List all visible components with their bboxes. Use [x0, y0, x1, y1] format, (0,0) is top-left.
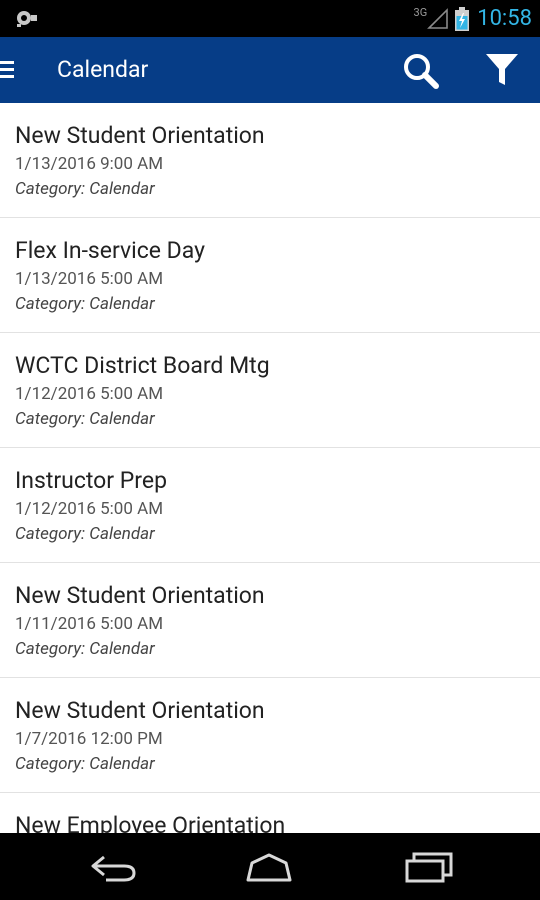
event-category: Category: Calendar — [15, 754, 155, 774]
back-icon[interactable] — [88, 851, 138, 883]
event-category: Category: Calendar — [15, 409, 155, 429]
signal-icon — [427, 7, 449, 29]
event-category: Category: Calendar — [15, 294, 155, 314]
home-icon[interactable] — [244, 851, 294, 883]
event-title: New Student Orientation — [15, 122, 265, 149]
event-title: WCTC District Board Mtg — [15, 352, 270, 379]
notification-icon — [17, 11, 37, 27]
filter-icon[interactable] — [484, 51, 520, 89]
navigation-bar — [0, 833, 540, 900]
list-item[interactable]: New Student Orientation 1/13/2016 9:00 A… — [0, 103, 540, 218]
list-item[interactable]: WCTC District Board Mtg 1/12/2016 5:00 A… — [0, 333, 540, 448]
battery-charging-icon — [455, 6, 470, 31]
event-category: Category: Calendar — [15, 524, 155, 544]
page-title: Calendar — [57, 56, 149, 83]
search-icon[interactable] — [402, 52, 440, 90]
list-item[interactable]: New Student Orientation 1/11/2016 5:00 A… — [0, 563, 540, 678]
event-title: Instructor Prep — [15, 467, 167, 494]
event-date: 1/12/2016 5:00 AM — [15, 384, 164, 404]
status-right-group: 3G 10:58 — [414, 0, 532, 37]
event-title: New Student Orientation — [15, 582, 265, 609]
event-category: Category: Calendar — [15, 639, 155, 659]
list-item[interactable]: New Student Orientation 1/7/2016 12:00 P… — [0, 678, 540, 793]
event-category: Category: Calendar — [15, 179, 155, 199]
recent-apps-icon[interactable] — [404, 851, 454, 883]
event-title: Flex In-service Day — [15, 237, 205, 264]
event-date: 1/11/2016 5:00 AM — [15, 614, 164, 634]
hamburger-menu-icon[interactable] — [0, 59, 16, 81]
app-bar: Calendar — [0, 37, 540, 103]
event-date: 1/7/2016 12:00 PM — [15, 729, 163, 749]
event-list: New Student Orientation 1/13/2016 9:00 A… — [0, 103, 540, 833]
status-bar: 3G 10:58 — [0, 0, 540, 37]
status-clock: 10:58 — [477, 6, 532, 31]
event-date: 1/13/2016 5:00 AM — [15, 269, 164, 289]
event-date: 1/13/2016 9:00 AM — [15, 154, 164, 174]
network-type-label: 3G — [413, 6, 428, 19]
list-item[interactable]: Flex In-service Day 1/13/2016 5:00 AM Ca… — [0, 218, 540, 333]
list-item[interactable]: New Employee Orientation — [0, 793, 540, 833]
event-title: New Employee Orientation — [15, 812, 286, 833]
list-item[interactable]: Instructor Prep 1/12/2016 5:00 AM Catego… — [0, 448, 540, 563]
event-date: 1/12/2016 5:00 AM — [15, 499, 164, 519]
event-title: New Student Orientation — [15, 697, 265, 724]
